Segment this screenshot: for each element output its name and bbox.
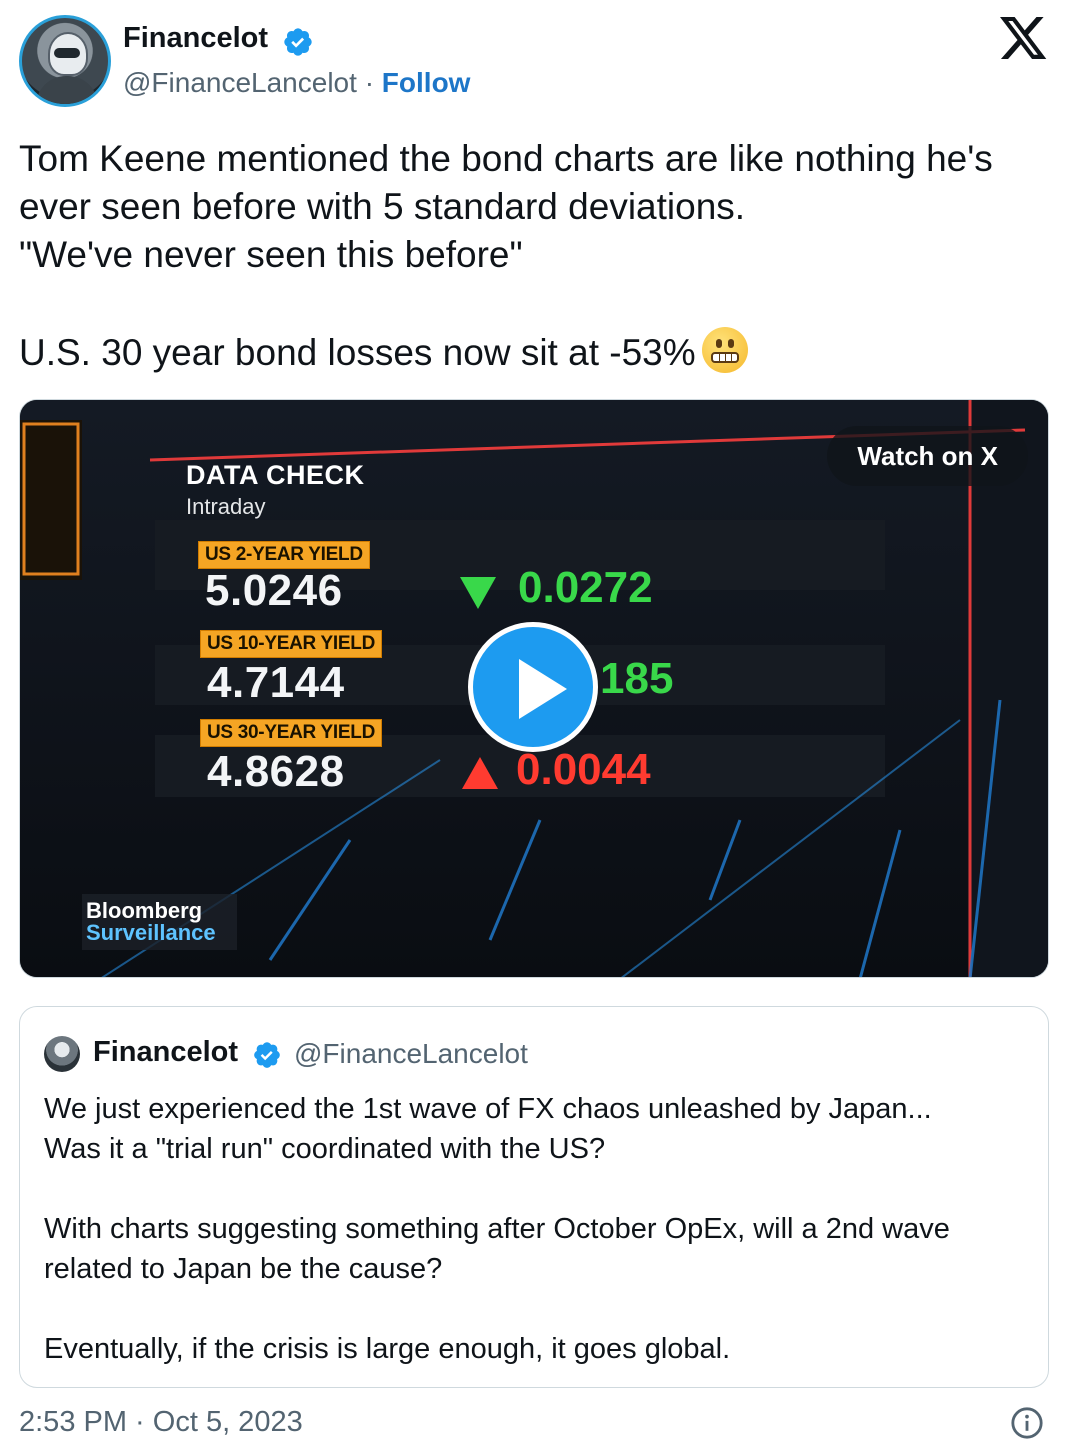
tweet-text: Tom Keene mentioned the bond charts are …: [19, 135, 1029, 377]
yield-label-10yr: US 10-YEAR YIELD: [200, 630, 383, 658]
grimacing-face-icon: [701, 327, 748, 373]
play-button[interactable]: [468, 622, 598, 752]
quoted-author-avatar: [44, 1036, 80, 1072]
verified-badge-icon: [284, 28, 312, 56]
data-check-subtitle: Intraday: [186, 494, 266, 519]
quoted-tweet-text: We just experienced the 1st wave of FX c…: [44, 1093, 950, 1365]
handle-separator: ·: [364, 67, 375, 98]
down-arrow-icon: [460, 577, 496, 609]
emoji-eye: [727, 339, 734, 348]
emoji-mouth: [710, 352, 739, 363]
yield-change-30yr: 0.0044: [516, 745, 651, 794]
tweet-timestamp[interactable]: 2:53 PM · Oct 5, 2023: [19, 1406, 303, 1439]
author-avatar[interactable]: [19, 15, 111, 107]
avatar-visor-shape: [54, 48, 80, 58]
watch-on-x-button[interactable]: Watch on X: [827, 426, 1028, 486]
data-check-title: DATA CHECK: [186, 460, 365, 490]
author-handle[interactable]: @FinanceLancelot: [123, 67, 357, 98]
video-player[interactable]: Watch on X DATA CHECK Intraday US 2-YEAR…: [19, 399, 1049, 978]
yield-value-10yr: 4.7144: [207, 658, 345, 707]
author-handle-row: @FinanceLancelot · Follow: [123, 67, 470, 99]
yield-label-2yr: US 2-YEAR YIELD: [198, 541, 370, 569]
info-icon[interactable]: [1010, 1406, 1044, 1440]
yield-value-30yr: 4.8628: [207, 747, 345, 796]
emoji-eye: [715, 339, 722, 348]
follow-button[interactable]: Follow: [382, 67, 471, 98]
yield-change-2yr: 0.0272: [518, 563, 653, 612]
surveillance-logo-text: Surveillance: [86, 920, 216, 945]
up-arrow-icon: [462, 757, 498, 789]
tweet-text-body: Tom Keene mentioned the bond charts are …: [19, 138, 993, 373]
yield-label-30yr: US 30-YEAR YIELD: [200, 719, 383, 747]
yield-value-2yr: 5.0246: [205, 566, 343, 615]
avatar-body-shape: [36, 76, 98, 104]
author-display-name[interactable]: Financelot: [123, 22, 268, 55]
quoted-author-handle: @FinanceLancelot: [294, 1038, 528, 1069]
play-icon: [519, 659, 567, 719]
yield-change-10yr: 185: [600, 654, 674, 703]
verified-badge-icon: [254, 1042, 280, 1068]
quoted-tweet-card[interactable]: Financelot @FinanceLancelot We just expe…: [19, 1006, 1049, 1388]
quoted-author-name: Financelot: [93, 1036, 239, 1068]
x-logo-icon[interactable]: [1000, 17, 1048, 61]
